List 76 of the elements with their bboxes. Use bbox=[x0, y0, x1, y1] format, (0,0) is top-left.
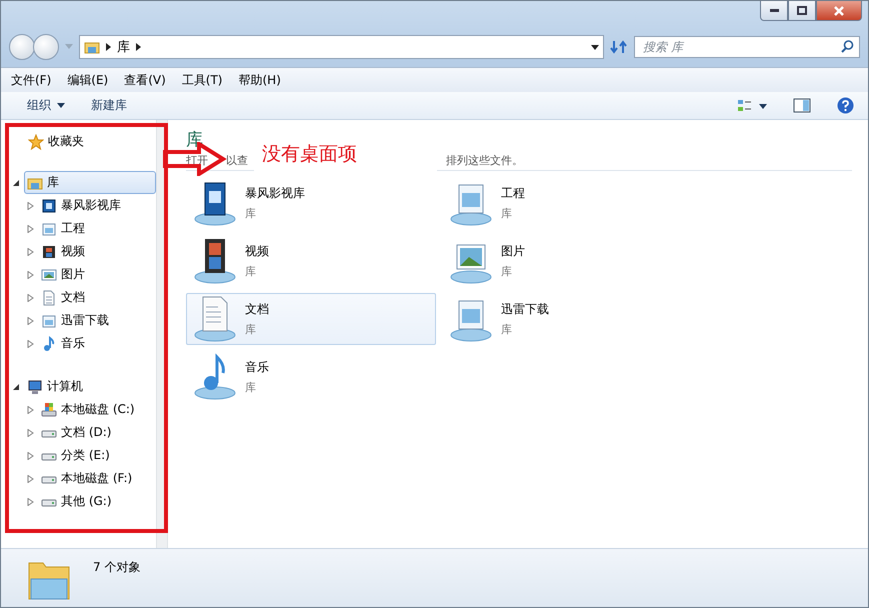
video-library-icon bbox=[41, 198, 57, 214]
library-icon bbox=[41, 220, 57, 236]
nav-tree-item[interactable]: 迅雷下载 bbox=[38, 309, 156, 332]
preview-pane-icon[interactable] bbox=[793, 98, 811, 113]
nav-tree-item[interactable]: 音乐 bbox=[38, 332, 156, 355]
toolbar-button[interactable]: 新建库 bbox=[91, 97, 127, 114]
toolbar-button[interactable]: 组织 bbox=[27, 97, 65, 114]
nav-tree-item[interactable]: 本地磁盘 (C:) bbox=[38, 398, 156, 421]
library-item[interactable]: 视频 库 bbox=[186, 235, 436, 287]
forward-button[interactable] bbox=[33, 34, 59, 60]
expanded-arrow-icon[interactable] bbox=[13, 178, 20, 186]
nav-tree-item[interactable]: 库 bbox=[24, 171, 156, 194]
menu-item[interactable]: 工具(T) bbox=[182, 72, 222, 88]
view-options-icon[interactable] bbox=[737, 98, 767, 112]
search-icon[interactable] bbox=[841, 40, 854, 53]
nav-tree-item[interactable]: 工程 bbox=[38, 217, 156, 240]
nav-tree-item[interactable]: 计算机 bbox=[24, 375, 156, 398]
help-icon[interactable] bbox=[837, 97, 854, 114]
library-icon bbox=[41, 312, 57, 328]
description-text: 排列这些文件。 bbox=[446, 152, 523, 168]
library-item[interactable]: 图片 库 bbox=[442, 235, 692, 287]
picture-icon bbox=[41, 266, 57, 282]
nav-tree-item[interactable]: 图片 bbox=[38, 263, 156, 286]
computer-icon bbox=[27, 378, 43, 394]
menu-item[interactable]: 编辑(E) bbox=[67, 72, 108, 88]
library-item[interactable]: 音乐 库 bbox=[186, 351, 436, 403]
collapsed-arrow-icon[interactable] bbox=[27, 406, 34, 414]
collapsed-arrow-icon[interactable] bbox=[27, 248, 34, 256]
nav-tree-item[interactable]: 其他 (G:) bbox=[38, 490, 156, 513]
music-note-icon bbox=[41, 336, 57, 352]
menu-item[interactable]: 查看(V) bbox=[124, 72, 166, 88]
nav-tree-item[interactable]: 本地磁盘 (F:) bbox=[38, 467, 156, 490]
collapsed-arrow-icon[interactable] bbox=[27, 428, 34, 436]
menu-item[interactable]: 文件(F) bbox=[11, 72, 52, 88]
close-icon bbox=[834, 6, 844, 16]
back-button[interactable] bbox=[9, 34, 35, 60]
library-item[interactable]: 迅雷下载 库 bbox=[442, 293, 692, 345]
search-field[interactable]: 搜索 库 bbox=[634, 36, 860, 58]
library-item[interactable]: 暴风影视库 库 bbox=[186, 177, 436, 229]
windows-drive-icon bbox=[41, 402, 57, 418]
breadcrumb-arrow-icon[interactable] bbox=[136, 43, 141, 51]
collapsed-arrow-icon[interactable] bbox=[27, 340, 34, 348]
nav-tree-item[interactable]: 收藏夹 bbox=[25, 130, 156, 153]
nav-tree-item[interactable]: 视频 bbox=[38, 240, 156, 263]
collapsed-arrow-icon[interactable] bbox=[27, 474, 34, 482]
dropdown-arrow-icon[interactable] bbox=[591, 44, 599, 50]
expanded-arrow-icon[interactable] bbox=[13, 382, 20, 390]
maximize-button[interactable] bbox=[788, 1, 816, 21]
refresh-icon[interactable] bbox=[610, 39, 628, 55]
collapsed-arrow-icon[interactable] bbox=[27, 202, 34, 210]
minimize-button[interactable] bbox=[760, 1, 788, 21]
collapsed-arrow-icon[interactable] bbox=[27, 224, 34, 232]
maximize-icon bbox=[797, 6, 807, 15]
nav-tree-item[interactable]: 文档 (D:) bbox=[38, 421, 156, 444]
document-icon bbox=[41, 290, 57, 306]
collapsed-arrow-icon[interactable] bbox=[27, 270, 34, 278]
item-count: 7 个对象 bbox=[93, 559, 140, 576]
breadcrumb[interactable]: 库 bbox=[117, 38, 130, 56]
nav-tree-item[interactable]: 文档 bbox=[38, 286, 156, 309]
library-heading: 库 bbox=[186, 129, 204, 150]
minimize-icon bbox=[770, 9, 778, 12]
address-bar[interactable]: 库 bbox=[79, 35, 604, 59]
star-icon bbox=[28, 134, 44, 150]
film-icon bbox=[41, 244, 57, 260]
close-button[interactable] bbox=[816, 1, 862, 21]
library-item[interactable]: 工程 库 bbox=[442, 177, 692, 229]
library-item[interactable]: 文档 库 bbox=[186, 293, 436, 345]
nav-tree-item[interactable]: 分类 (E:) bbox=[38, 444, 156, 467]
menu-item[interactable]: 帮助(H) bbox=[238, 72, 281, 88]
collapsed-arrow-icon[interactable] bbox=[27, 452, 34, 460]
collapsed-arrow-icon[interactable] bbox=[27, 316, 34, 324]
description-text: 以查 bbox=[226, 152, 248, 168]
collapsed-arrow-icon[interactable] bbox=[27, 294, 34, 302]
breadcrumb-arrow-icon bbox=[106, 43, 111, 51]
nav-tree-item[interactable]: 暴风影视库 bbox=[38, 194, 156, 217]
collapsed-arrow-icon[interactable] bbox=[27, 498, 34, 506]
